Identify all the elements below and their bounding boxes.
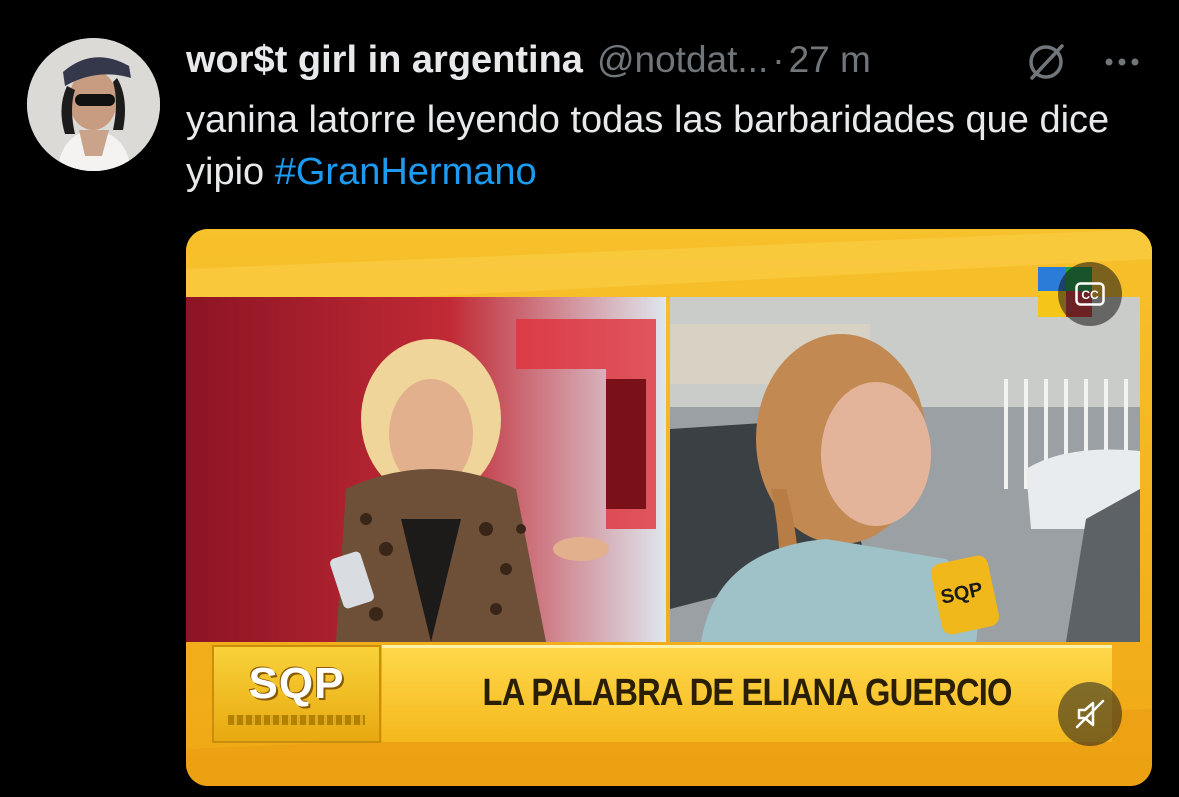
display-name[interactable]: wor$t girl in argentina [186, 39, 583, 82]
grok-icon[interactable] [1022, 38, 1070, 86]
mute-button[interactable] [1058, 682, 1122, 746]
cc-label: CC [1081, 288, 1099, 302]
tweet[interactable]: wor$t girl in argentina @notdat... · 27 … [0, 0, 1179, 797]
tweet-header: wor$t girl in argentina @notdat... · 27 … [186, 36, 1159, 84]
video-caption: LA PALABRA DE ELIANA GUERCIO [482, 672, 1012, 714]
show-logo-box: SQP [212, 645, 381, 743]
caption-box: LA PALABRA DE ELIANA GUERCIO [382, 645, 1112, 742]
hashtag-link[interactable]: #GranHermano [275, 151, 537, 193]
lower-third: SQP LA PALABRA DE ELIANA GUERCIO [212, 645, 1112, 743]
user-handle[interactable]: @notdat... [597, 39, 768, 81]
avatar[interactable] [27, 38, 160, 171]
closed-captions-button[interactable]: CC [1058, 262, 1122, 326]
video-player[interactable]: SQP SQP LA PALABRA DE ELIANA GUERCIO CC [186, 229, 1152, 786]
closed-captions-icon: CC [1075, 282, 1105, 306]
speaker-muted-icon [1075, 699, 1105, 729]
more-icon[interactable] [1098, 38, 1146, 86]
separator-dot: · [772, 39, 785, 80]
timestamp[interactable]: 27 m [789, 39, 871, 81]
show-logo-tagline [228, 715, 365, 725]
show-logo: SQP [248, 659, 345, 708]
tweet-text: yanina latorre leyendo todas las barbari… [186, 94, 1146, 198]
